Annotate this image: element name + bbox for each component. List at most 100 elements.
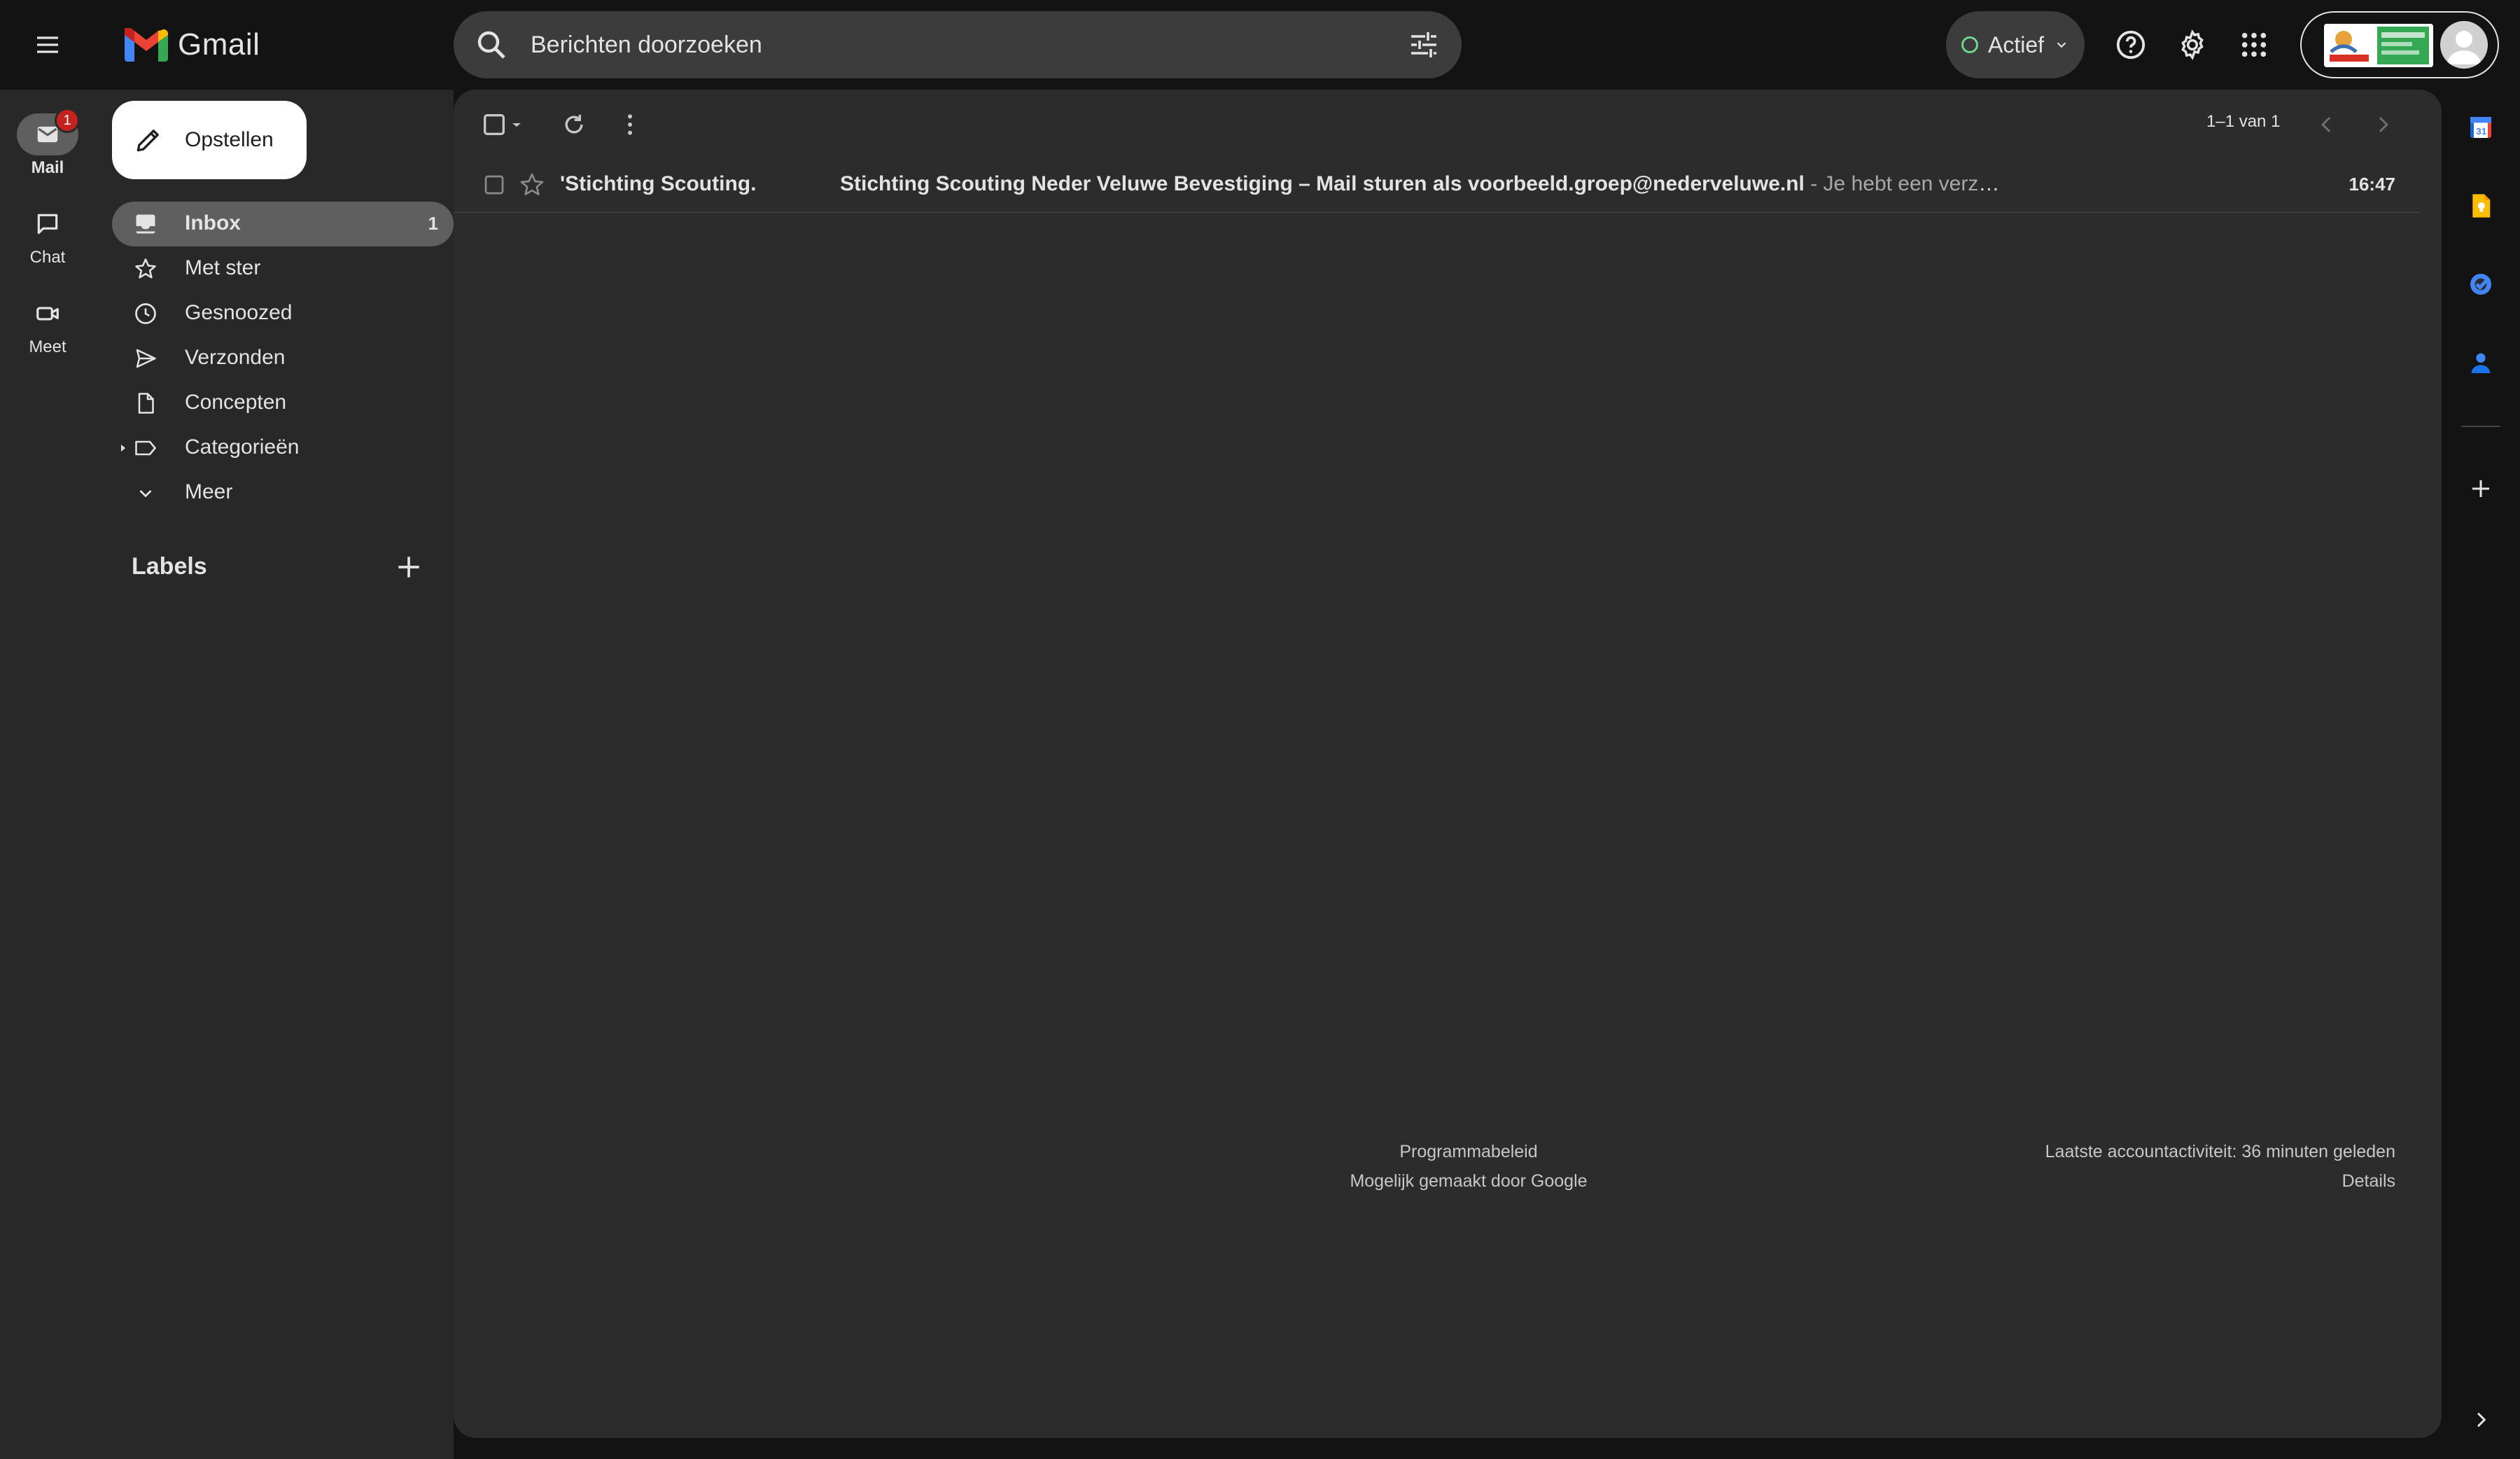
status-selector[interactable]: Actief	[1946, 11, 2085, 78]
status-active-dot-icon	[1961, 36, 1978, 53]
row-checkbox[interactable]	[482, 172, 507, 197]
list-toolbar: 1–1 van 1	[454, 90, 2442, 157]
nav-item-categories[interactable]: Categorieën	[112, 426, 454, 470]
last-activity-text: Laatste accountactiviteit: 36 minuten ge…	[2045, 1142, 2395, 1161]
user-avatar-icon	[2447, 31, 2481, 64]
chevron-right-icon	[2477, 1412, 2486, 1427]
pagination-text: 1–1 van 1	[2206, 112, 2281, 131]
avatar[interactable]	[2440, 21, 2488, 69]
account-switcher[interactable]	[2300, 11, 2499, 78]
star-icon[interactable]	[518, 171, 546, 199]
rail-pill-chat	[17, 203, 78, 245]
chevron-right-icon[interactable]	[2369, 111, 2397, 139]
apps-grid-icon	[2241, 32, 2267, 57]
rail-item-mail[interactable]: 1 Mail	[0, 108, 95, 178]
inbox-icon	[136, 214, 155, 234]
add-label-icon[interactable]	[393, 552, 424, 582]
compose-button[interactable]: Opstellen	[112, 101, 307, 179]
help-button[interactable]	[2108, 22, 2153, 67]
nav-label-starred: Met ster	[185, 256, 261, 279]
rail-label-mail: Mail	[31, 158, 64, 177]
keep-app-button[interactable]	[2463, 188, 2499, 224]
rail-item-meet[interactable]: Meet	[0, 293, 95, 357]
calendar-app-button[interactable]: 31	[2463, 109, 2499, 146]
clock-icon	[135, 303, 156, 324]
nav-item-starred[interactable]: Met ster	[112, 246, 454, 291]
tasks-icon	[2470, 274, 2491, 295]
get-addons-button[interactable]	[2463, 470, 2499, 507]
rail-label-chat: Chat	[29, 248, 66, 267]
rail-item-chat[interactable]: Chat	[0, 203, 95, 267]
rail-label-meet: Meet	[29, 337, 66, 356]
draft-icon	[138, 393, 154, 414]
side-panel-divider	[2461, 426, 2500, 427]
gmail-wordmark: Gmail	[178, 27, 260, 62]
nav-item-drafts[interactable]: Concepten	[112, 381, 454, 426]
status-label: Actief	[1988, 32, 2045, 57]
show-side-panel-button[interactable]	[2463, 1402, 2499, 1438]
side-panel: 31	[2442, 90, 2520, 1459]
select-all-checkbox[interactable]	[480, 111, 508, 139]
message-subject-line: Stichting Scouting Neder Veluwe Bevestig…	[840, 172, 2002, 196]
nav-item-more[interactable]: Meer	[112, 470, 454, 515]
organization-logo	[2324, 24, 2433, 67]
message-snippet: - Je hebt een verzoek ingediend om voorb…	[1810, 172, 2002, 195]
powered-by-text: Mogelijk gemaakt door Google	[1350, 1171, 1588, 1191]
select-dropdown-icon[interactable]	[508, 111, 525, 139]
expand-caret-icon[interactable]	[119, 444, 127, 452]
nav-item-sent[interactable]: Verzonden	[112, 336, 454, 381]
top-bar: Gmail Actief	[0, 0, 2520, 90]
chat-icon	[37, 214, 58, 235]
table-row[interactable]: 'Stichting Scouting. Stichting Scouting …	[454, 157, 2419, 213]
main-panel: 1–1 van 1 'Stichting Scouting. Stichting…	[454, 90, 2442, 1438]
refresh-icon[interactable]	[560, 111, 588, 139]
gmail-logo[interactable]: Gmail	[125, 24, 260, 66]
keep-icon	[2472, 194, 2491, 218]
nav-label-inbox: Inbox	[185, 211, 241, 235]
tasks-app-button[interactable]	[2463, 266, 2499, 302]
mail-unread-badge: 1	[55, 108, 80, 133]
inbox-unread-count: 1	[428, 213, 438, 234]
nav-label-more: Meer	[185, 480, 233, 503]
message-subject: Stichting Scouting Neder Veluwe Bevestig…	[840, 172, 1805, 195]
nav-item-inbox[interactable]: Inbox 1	[112, 202, 454, 246]
search-input[interactable]	[531, 25, 1385, 64]
send-icon	[136, 349, 156, 368]
footer-right: Laatste accountactiviteit: 36 minuten ge…	[1905, 1137, 2395, 1196]
nav-item-snoozed[interactable]: Gesnoozed	[112, 291, 454, 336]
contacts-app-button[interactable]	[2463, 344, 2499, 381]
chevron-left-icon[interactable]	[2313, 111, 2341, 139]
navigation-column: Opstellen Inbox 1 Met ster Gesnoozed Ver…	[95, 90, 454, 1459]
chevron-down-icon	[2057, 42, 2066, 48]
gear-icon	[2181, 29, 2204, 60]
details-link[interactable]: Details	[1905, 1166, 2395, 1196]
message-time: 16:47	[2348, 174, 2396, 195]
search-bar	[454, 11, 1462, 78]
video-icon	[36, 307, 59, 321]
compose-label: Opstellen	[185, 128, 274, 151]
nav-label-sent: Verzonden	[185, 346, 286, 369]
app-rail: 1 Mail Chat Meet	[0, 90, 95, 1459]
nav-label-categories: Categorieën	[185, 435, 300, 459]
search-icon[interactable]	[475, 28, 508, 62]
program-policy-link[interactable]: Programmabeleid	[1294, 1137, 1644, 1166]
label-icon	[135, 440, 156, 456]
star-icon	[135, 258, 156, 279]
calendar-icon: 31	[2470, 117, 2491, 138]
apps-button[interactable]	[2232, 22, 2276, 67]
rail-pill-mail: 1	[17, 108, 80, 155]
svg-text:31: 31	[2476, 126, 2486, 137]
rail-pill-meet	[17, 293, 78, 335]
nav-label-drafts: Concepten	[185, 391, 287, 414]
more-vertical-icon[interactable]	[616, 111, 644, 139]
nav-label-snoozed: Gesnoozed	[185, 301, 293, 324]
gmail-m-icon	[125, 28, 168, 62]
footer-center: Programmabeleid Mogelijk gemaakt door Go…	[1294, 1137, 1644, 1196]
chevron-down-icon	[139, 490, 152, 498]
search-options-icon[interactable]	[1407, 28, 1441, 62]
contacts-icon	[2471, 353, 2491, 373]
pencil-icon	[136, 130, 159, 152]
help-icon	[2116, 30, 2146, 60]
main-menu-button[interactable]	[25, 22, 70, 67]
settings-button[interactable]	[2170, 22, 2215, 67]
